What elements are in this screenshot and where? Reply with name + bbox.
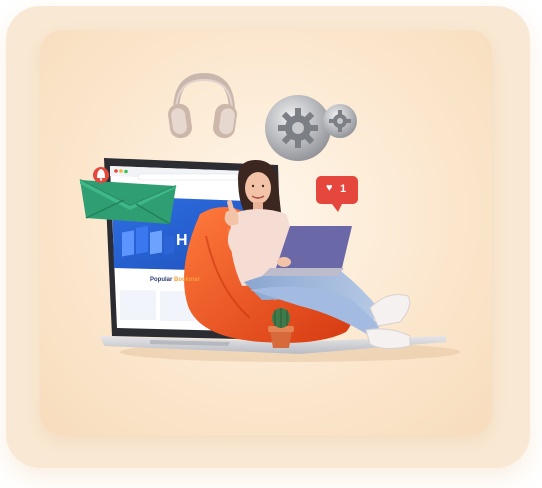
- section-label: Popular Bookmar: [150, 277, 200, 283]
- like-count: 1: [340, 183, 347, 195]
- envelope-icon: [79, 179, 177, 225]
- section-label-end: Bookmar: [174, 277, 201, 283]
- illustration-svg: [79, 72, 460, 362]
- section-label-start: Popular: [150, 277, 173, 283]
- illustration-scene: H Popular Bookmar ♥ 1: [0, 0, 542, 488]
- hero-letter: H: [176, 232, 188, 249]
- headphones-icon: [168, 72, 237, 139]
- notification-bell-icon: [93, 167, 109, 183]
- heart-notification-icon: [316, 176, 358, 212]
- heart-glyph: ♥: [326, 182, 333, 194]
- gears-icon: [265, 95, 357, 161]
- browser-url: [150, 176, 240, 184]
